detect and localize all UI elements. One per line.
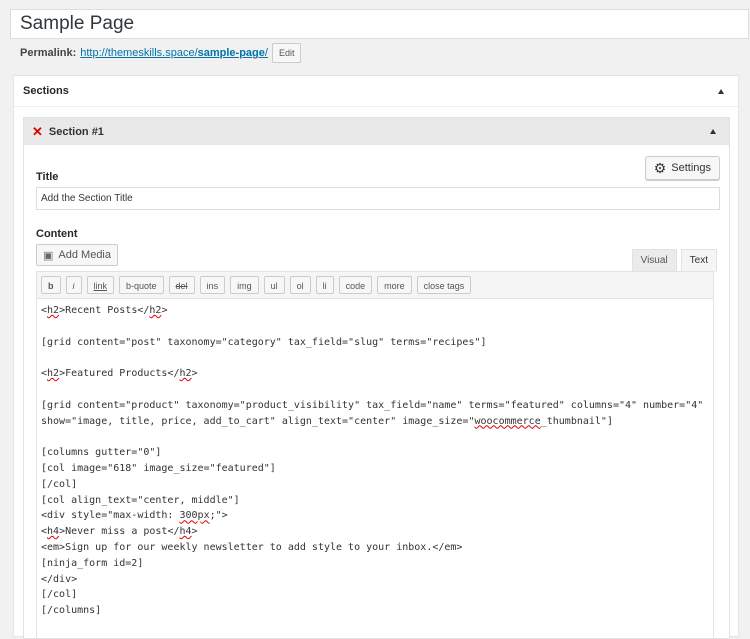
code-line: </div> xyxy=(41,572,713,588)
code-text: >Recent Posts</ xyxy=(59,305,150,316)
editor-tabs: Visual Text xyxy=(628,249,717,272)
post-title-input[interactable]: Sample Page xyxy=(10,9,749,39)
qt-ins-button[interactable]: ins xyxy=(199,276,226,294)
permalink-link[interactable]: http://themeskills.space/sample-page/ xyxy=(80,43,268,63)
spellcheck-word: h2 xyxy=(47,368,60,380)
permalink-bar: Permalink: http://themeskills.space/samp… xyxy=(20,43,302,63)
spellcheck-word: h4 xyxy=(47,526,60,538)
sections-title: Sections xyxy=(23,85,69,97)
settings-button[interactable]: ⚙ Settings xyxy=(644,156,720,180)
quicktags-toolbar: b i link b-quote del ins img ul ol li co… xyxy=(36,271,714,299)
settings-label: Settings xyxy=(671,162,711,174)
code-text: [grid content="post" taxonomy="category"… xyxy=(41,336,487,348)
code-line: [columns gutter="0"] xyxy=(41,445,713,461)
permalink-url-slug: sample-page xyxy=(197,47,265,59)
qt-more-button[interactable]: more xyxy=(377,276,412,294)
qt-ul-button[interactable]: ul xyxy=(263,276,285,294)
code-line: [/columns] xyxy=(41,603,713,619)
section-title: Section #1 xyxy=(48,125,104,138)
collapse-arrow-icon[interactable] xyxy=(718,88,724,94)
spellcheck-word: h2 xyxy=(179,368,192,380)
section-collapse-arrow-icon[interactable] xyxy=(710,129,716,134)
title-field-label: Title xyxy=(36,171,59,183)
code-text: > xyxy=(161,305,168,316)
code-text: [col align_text="center, middle"] xyxy=(41,494,240,506)
qt-blockquote-button[interactable]: b-quote xyxy=(119,276,164,294)
code-line: <h2>Featured Products</h2> xyxy=(41,366,713,382)
qt-code-button[interactable]: code xyxy=(338,276,373,294)
content-field-label: Content xyxy=(36,228,78,240)
code-line: <h4>Never miss a post</h4> xyxy=(41,524,713,540)
section-header-left: ✕ Section #1 xyxy=(32,125,104,138)
code-line: [grid content="post" taxonomy="category"… xyxy=(41,335,713,351)
permalink-label: Permalink: xyxy=(20,47,77,59)
add-media-button[interactable]: ▣ Add Media xyxy=(36,244,118,266)
spellcheck-word: woocommerce xyxy=(474,415,541,427)
remove-section-icon[interactable]: ✕ xyxy=(32,125,43,138)
spellcheck-word: h2 xyxy=(149,305,162,316)
qt-bold-button[interactable]: b xyxy=(41,276,61,294)
code-line: [grid content="product" taxonomy="produc… xyxy=(41,398,713,414)
code-text: > xyxy=(191,368,198,380)
code-text: show="image, title, price, add_to_cart" … xyxy=(41,415,475,427)
edit-permalink-button[interactable]: Edit xyxy=(271,43,302,63)
code-line: [ninja_form id=2] xyxy=(41,556,713,572)
code-line: [col align_text="center, middle"] xyxy=(41,493,713,509)
permalink-url-base: http://themeskills.space/ xyxy=(80,47,198,59)
code-text: [/col] xyxy=(41,589,78,601)
code-text: [grid content="product" taxonomy="produc… xyxy=(41,399,704,411)
code-line: [col image="618" image_size="featured"] xyxy=(41,461,713,477)
sections-header[interactable]: Sections xyxy=(14,76,738,107)
code-line: show="image, title, price, add_to_cart" … xyxy=(41,414,713,430)
code-line: <div style="max-width: 300px;"> xyxy=(41,508,713,524)
code-text: [columns gutter="0"] xyxy=(41,447,162,459)
qt-link-button[interactable]: link xyxy=(86,276,115,294)
code-text: </div> xyxy=(41,573,78,585)
qt-italic-button[interactable]: i xyxy=(65,276,82,294)
spellcheck-word: h2 xyxy=(47,305,60,316)
permalink-url-end: / xyxy=(264,47,268,59)
code-text: ;"> xyxy=(209,510,228,522)
code-text: [/col] xyxy=(41,478,78,490)
content-textarea[interactable]: <h2>Recent Posts</h2> [grid content="post… xyxy=(36,299,714,639)
code-text: [/columns] xyxy=(41,605,102,617)
tab-text[interactable]: Text xyxy=(680,249,717,272)
add-media-label: Add Media xyxy=(58,249,111,261)
sections-metabox: Sections ✕ Section #1 ⚙ Settings Title A… xyxy=(13,75,739,639)
spellcheck-word: h4 xyxy=(179,526,192,538)
code-line: <em>Sign up for our weekly newsletter to… xyxy=(41,540,713,556)
code-text: [ninja_form id=2] xyxy=(41,557,144,569)
media-icon: ▣ xyxy=(43,249,54,262)
code-text: >Featured Products</ xyxy=(59,368,180,380)
code-line: [/col] xyxy=(41,477,713,493)
qt-del-button[interactable]: del xyxy=(168,276,195,294)
code-text: <em>Sign up for our weekly newsletter to… xyxy=(41,541,463,553)
code-text: <div style="max-width: xyxy=(41,510,180,522)
section-title-input[interactable]: Add the Section Title xyxy=(36,187,720,210)
qt-close-tags-button[interactable]: close tags xyxy=(416,276,472,294)
code-text: > xyxy=(191,526,198,538)
code-text: _thumbnail"] xyxy=(540,415,613,427)
qt-img-button[interactable]: img xyxy=(230,276,259,294)
gear-icon: ⚙ xyxy=(653,159,667,176)
code-line: <h2>Recent Posts</h2> xyxy=(41,303,713,319)
spellcheck-word: 300px xyxy=(179,510,210,522)
section-panel: ✕ Section #1 ⚙ Settings Title Add the Se… xyxy=(23,117,730,639)
qt-li-button[interactable]: li xyxy=(315,276,334,294)
code-text: >Never miss a post</ xyxy=(59,526,180,538)
section-header[interactable]: ✕ Section #1 xyxy=(24,118,729,145)
qt-ol-button[interactable]: ol xyxy=(289,276,311,294)
tab-visual[interactable]: Visual xyxy=(631,249,677,272)
code-text: [col image="618" image_size="featured"] xyxy=(41,462,276,474)
code-line: [/col] xyxy=(41,587,713,603)
